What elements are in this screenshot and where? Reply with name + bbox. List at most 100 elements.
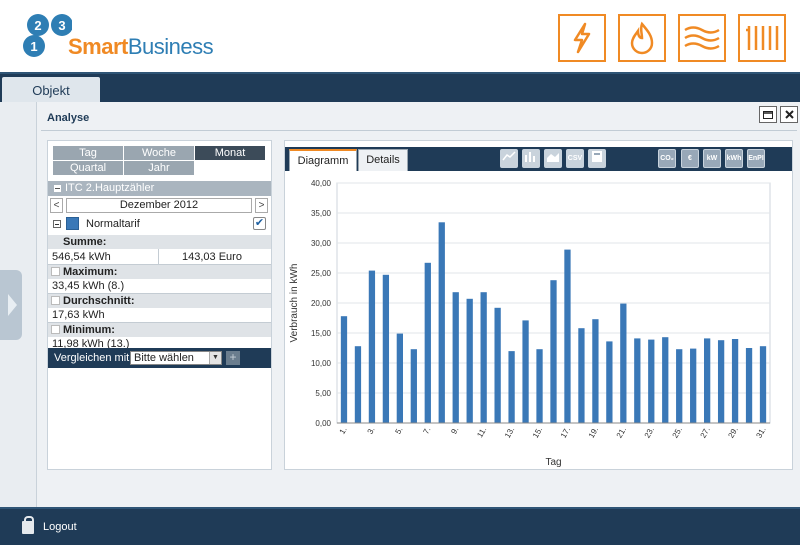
period-jahr-button[interactable]: Jahr: [124, 161, 194, 175]
x-tick-label: 5.: [393, 426, 404, 436]
window-controls: [759, 106, 798, 123]
bar-day-9[interactable]: [452, 292, 459, 423]
logout-link[interactable]: Logout: [43, 521, 77, 533]
bar-day-7[interactable]: [424, 262, 431, 423]
bar-day-28[interactable]: [717, 340, 725, 423]
bar-day-30[interactable]: [745, 348, 753, 423]
bar-day-19[interactable]: [592, 319, 599, 423]
x-tick-label: 21.: [615, 426, 628, 440]
period-quartal-button[interactable]: Quartal: [53, 161, 123, 175]
calculator-icon[interactable]: [588, 149, 606, 168]
x-tick-label: 17.: [559, 426, 572, 440]
bar-day-6[interactable]: [410, 349, 417, 423]
counter-header[interactable]: ITC 2.Hauptzähler: [48, 181, 271, 196]
maximize-icon: [763, 110, 773, 119]
bar-day-24[interactable]: [662, 337, 669, 423]
prev-period-button[interactable]: <: [50, 198, 63, 213]
svg-text:1: 1: [30, 39, 37, 54]
sidebar-expand-handle[interactable]: [0, 270, 22, 340]
y-tick-label: 30,00: [311, 239, 332, 248]
bar-day-3[interactable]: [368, 270, 376, 423]
bar-day-21[interactable]: [620, 303, 627, 423]
co2-icon[interactable]: CO₂: [658, 149, 676, 168]
bar-day-1[interactable]: [340, 316, 348, 423]
bar-day-29[interactable]: [731, 339, 739, 423]
heat-waves-icon[interactable]: [678, 14, 726, 62]
maximum-label: Maximum:: [63, 266, 118, 278]
x-axis-title: Tag: [545, 457, 561, 468]
line-chart-icon[interactable]: [500, 149, 518, 168]
date-navigator: < Dezember 2012 >: [50, 198, 269, 213]
main-nav: Objekt: [0, 72, 800, 104]
next-period-button[interactable]: >: [255, 198, 268, 213]
bar-day-22[interactable]: [634, 338, 641, 423]
x-tick-label: 29.: [726, 426, 739, 440]
bar-day-15[interactable]: [536, 349, 543, 423]
kw-icon[interactable]: kW: [703, 149, 721, 168]
bar-day-17[interactable]: [564, 249, 571, 423]
summe-euro-value: 143,03 Euro: [182, 251, 242, 263]
bar-day-27[interactable]: [704, 338, 711, 423]
maximum-checkbox[interactable]: [51, 267, 60, 276]
bar-day-11[interactable]: [480, 292, 487, 423]
x-tick-label: 31.: [754, 426, 767, 440]
close-icon: [784, 110, 794, 119]
bar-day-13[interactable]: [508, 351, 515, 423]
x-tick-label: 11.: [475, 426, 488, 440]
counter-name: ITC 2.Hauptzähler: [65, 182, 155, 194]
csv-icon[interactable]: CSV: [566, 149, 584, 168]
bar-day-23[interactable]: [648, 339, 655, 423]
bar-day-10[interactable]: [466, 298, 473, 423]
tab-diagramm[interactable]: Diagramm: [289, 149, 357, 171]
lightning-icon[interactable]: [558, 14, 606, 62]
close-button[interactable]: [780, 106, 798, 123]
bar-chart-icon[interactable]: [522, 149, 540, 168]
bar-day-5[interactable]: [396, 333, 403, 423]
y-axis-title: Verbrauch in kWh: [289, 264, 300, 343]
bar-day-31[interactable]: [759, 346, 767, 423]
kwh-icon[interactable]: kWh: [725, 149, 743, 168]
compare-add-button[interactable]: +: [226, 351, 240, 365]
tab-details[interactable]: Details: [358, 149, 408, 171]
area-chart-icon[interactable]: [544, 149, 562, 168]
enpi-icon[interactable]: EnPI: [747, 149, 765, 168]
bar-day-25[interactable]: [676, 349, 683, 423]
period-woche-button[interactable]: Woche: [124, 146, 194, 160]
compare-select[interactable]: Bitte wählen ▼: [130, 351, 222, 365]
main-area: Analyse Tag Woche Monat Quartal Jahr ITC…: [0, 102, 800, 507]
maximize-button[interactable]: [759, 106, 777, 123]
durchschnitt-checkbox[interactable]: [51, 296, 60, 305]
bar-day-26[interactable]: [690, 348, 697, 423]
smartbusiness-logo[interactable]: 2 3 1 SmartBusiness: [16, 12, 214, 64]
compare-select-value: Bitte wählen: [134, 352, 194, 364]
bar-day-18[interactable]: [578, 328, 585, 423]
y-tick-label: 25,00: [311, 269, 332, 278]
y-tick-label: 35,00: [311, 209, 332, 218]
flame-icon[interactable]: [618, 14, 666, 62]
tarif-checkbox[interactable]: ✔: [253, 217, 266, 230]
logo-wordmark: SmartBusiness: [68, 34, 214, 59]
panel-title: Analyse: [47, 112, 90, 124]
radiator-icon[interactable]: [738, 14, 786, 62]
bar-day-8[interactable]: [438, 222, 445, 423]
maximum-value: 33,45 kWh (8.): [52, 280, 125, 292]
tarif-collapse-icon[interactable]: [53, 220, 61, 228]
tab-objekt[interactable]: Objekt: [2, 77, 100, 104]
bar-day-14[interactable]: [522, 320, 529, 423]
durchschnitt-value: 17,63 kWh: [52, 309, 105, 321]
period-monat-button[interactable]: Monat: [195, 146, 265, 160]
utility-selector: [558, 14, 786, 62]
bar-day-2[interactable]: [354, 346, 362, 423]
euro-icon[interactable]: €: [681, 149, 699, 168]
bar-day-20[interactable]: [606, 341, 613, 423]
analysis-panel: Analyse Tag Woche Monat Quartal Jahr ITC…: [36, 102, 800, 507]
bar-day-12[interactable]: [494, 307, 501, 423]
collapse-icon[interactable]: [54, 184, 61, 192]
minimum-checkbox[interactable]: [51, 325, 60, 334]
bar-day-16[interactable]: [550, 280, 557, 423]
period-tag-button[interactable]: Tag: [53, 146, 123, 160]
x-tick-label: 27.: [699, 426, 712, 440]
bar-day-4[interactable]: [382, 274, 390, 423]
minimum-label: Minimum:: [63, 324, 115, 336]
durchschnitt-label: Durchschnitt:: [63, 295, 135, 307]
